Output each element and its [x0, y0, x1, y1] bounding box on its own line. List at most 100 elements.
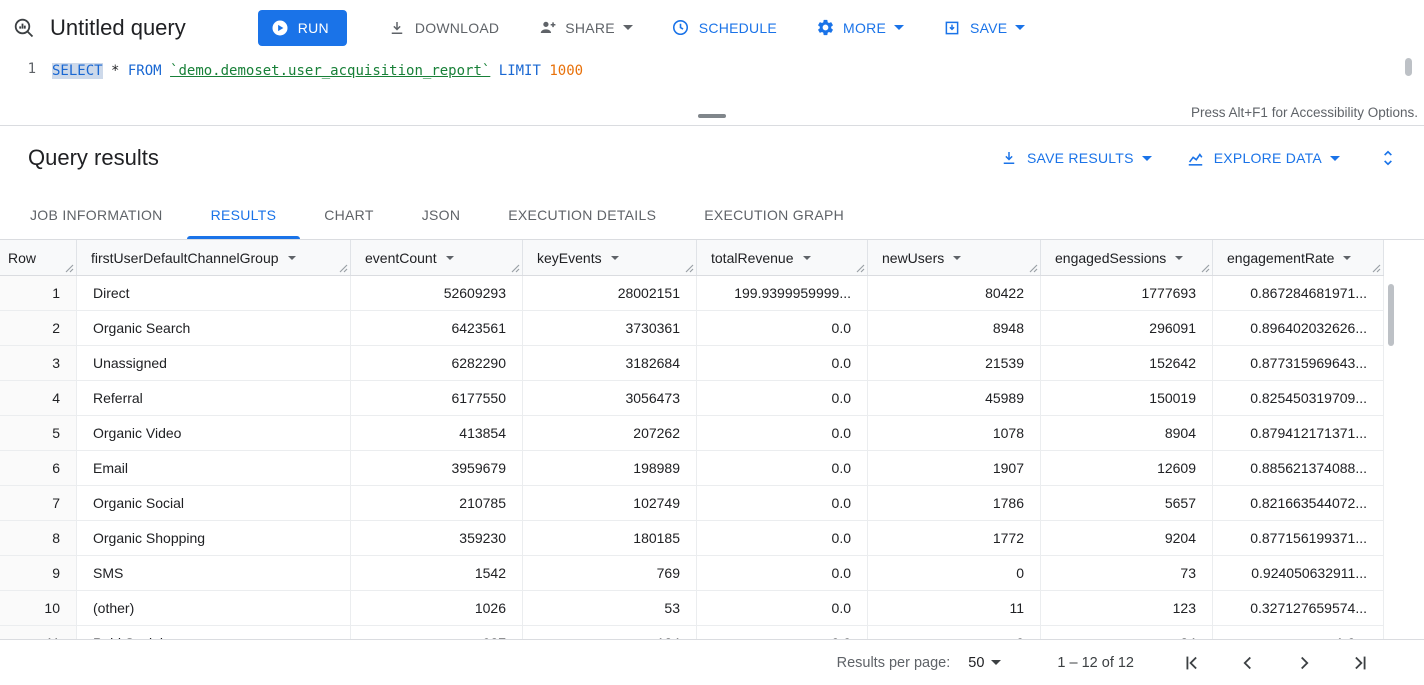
- column-header-engagementRate[interactable]: engagementRate: [1213, 240, 1384, 275]
- table-cell: 0.879412171371...: [1213, 416, 1384, 450]
- column-menu-caret-icon[interactable]: [1175, 256, 1183, 260]
- share-button[interactable]: SHARE: [527, 10, 642, 46]
- save-results-button[interactable]: SAVE RESULTS: [999, 148, 1152, 168]
- table-cell: 0.0: [697, 346, 868, 380]
- column-header-totalRevenue[interactable]: totalRevenue: [697, 240, 868, 275]
- accessibility-hint: Press Alt+F1 for Accessibility Options.: [1191, 105, 1418, 120]
- table-cell: 0.0: [697, 556, 868, 590]
- column-resize-grip-icon[interactable]: [339, 264, 348, 273]
- table-cell: 45989: [868, 381, 1041, 415]
- person-add-icon: [537, 18, 557, 38]
- explore-data-chart-icon: [1186, 148, 1206, 168]
- table-cell: 0.885621374088...: [1213, 451, 1384, 485]
- last-page-icon[interactable]: [1348, 651, 1372, 675]
- table-cell: Direct: [77, 276, 351, 310]
- splitter-drag-handle[interactable]: [698, 114, 726, 118]
- table-body: 1Direct5260929328002151199.9399959999...…: [0, 276, 1424, 639]
- pagination-footer: Results per page: 50 1 – 12 of 12: [0, 639, 1424, 685]
- table-cell: 3730361: [523, 311, 697, 345]
- table-cell: 0.867284681971...: [1213, 276, 1384, 310]
- sql-editor: 1 SELECT * FROM `demo.demoset.user_acqui…: [0, 55, 1424, 105]
- column-header-firstUserDefaultChannelGroup[interactable]: firstUserDefaultChannelGroup: [77, 240, 351, 275]
- row-number-cell: 3: [0, 346, 77, 380]
- column-label: engagementRate: [1227, 250, 1334, 266]
- schedule-button[interactable]: SCHEDULE: [661, 10, 787, 46]
- table-cell: SMS: [77, 556, 351, 590]
- table-cell: 12609: [1041, 451, 1213, 485]
- column-menu-caret-icon[interactable]: [803, 256, 811, 260]
- save-results-download-icon: [999, 148, 1019, 168]
- page-size-dropdown-icon: [991, 660, 1001, 665]
- table-cell: 207262: [523, 416, 697, 450]
- column-resize-grip-icon[interactable]: [856, 264, 865, 273]
- column-resize-grip-icon[interactable]: [1201, 264, 1210, 273]
- sql-token-plain: *: [103, 63, 128, 79]
- column-menu-caret-icon[interactable]: [953, 256, 961, 260]
- tab-chart[interactable]: CHART: [300, 190, 397, 239]
- save-label: SAVE: [970, 20, 1007, 36]
- run-button[interactable]: RUN: [258, 10, 347, 46]
- results-scrollbar[interactable]: [1388, 284, 1394, 346]
- table-cell: 0.821663544072...: [1213, 486, 1384, 520]
- editor-scrollbar[interactable]: [1405, 58, 1412, 76]
- row-number-cell: 10: [0, 591, 77, 625]
- table-cell: 9204: [1041, 521, 1213, 555]
- download-label: DOWNLOAD: [415, 20, 499, 36]
- sql-token-plain: [162, 63, 170, 79]
- previous-page-icon[interactable]: [1236, 651, 1260, 675]
- table-row: 6Email39596791989890.01907126090.8856213…: [0, 451, 1384, 486]
- column-menu-caret-icon[interactable]: [288, 256, 296, 260]
- table-row: 8Organic Shopping3592301801850.017729204…: [0, 521, 1384, 556]
- next-page-icon[interactable]: [1292, 651, 1316, 675]
- page-size-select[interactable]: 50: [968, 655, 1001, 671]
- table-cell: 0.0: [697, 626, 868, 639]
- table-row: 2Organic Search642356137303610.089482960…: [0, 311, 1384, 346]
- column-resize-grip-icon[interactable]: [1372, 264, 1381, 273]
- column-menu-caret-icon[interactable]: [611, 256, 619, 260]
- row-number-cell: 8: [0, 521, 77, 555]
- table-cell: 359230: [351, 521, 523, 555]
- column-resize-grip-icon[interactable]: [1029, 264, 1038, 273]
- row-number-cell: 2: [0, 311, 77, 345]
- column-resize-grip-icon[interactable]: [65, 264, 74, 273]
- table-cell: 0.877156199371...: [1213, 521, 1384, 555]
- table-cell: 0.0: [697, 591, 868, 625]
- table-cell: 1542: [351, 556, 523, 590]
- first-page-icon[interactable]: [1180, 651, 1204, 675]
- column-resize-grip-icon[interactable]: [511, 264, 520, 273]
- tab-execution-graph[interactable]: EXECUTION GRAPH: [680, 190, 868, 239]
- column-resize-grip-icon[interactable]: [685, 264, 694, 273]
- download-button[interactable]: DOWNLOAD: [377, 10, 509, 46]
- explore-data-dropdown-icon: [1330, 156, 1340, 161]
- table-cell: 0.0: [697, 311, 868, 345]
- sql-code-line[interactable]: SELECT * FROM `demo.demoset.user_acquisi…: [52, 55, 1424, 105]
- tab-results[interactable]: RESULTS: [187, 190, 301, 239]
- column-header-eventCount[interactable]: eventCount: [351, 240, 523, 275]
- table-cell: 28002151: [523, 276, 697, 310]
- expand-results-icon[interactable]: [1374, 144, 1402, 172]
- explore-data-button[interactable]: EXPLORE DATA: [1186, 148, 1340, 168]
- row-number-cell: 9: [0, 556, 77, 590]
- table-cell: 3182684: [523, 346, 697, 380]
- table-cell: Unassigned: [77, 346, 351, 380]
- column-header-keyEvents[interactable]: keyEvents: [523, 240, 697, 275]
- column-label: engagedSessions: [1055, 250, 1166, 266]
- bigquery-console: Untitled query RUN DOWNLOAD: [0, 0, 1424, 685]
- table-cell: 1907: [868, 451, 1041, 485]
- table-cell: 11: [868, 591, 1041, 625]
- column-header-Row[interactable]: Row: [0, 240, 77, 275]
- tab-job-information[interactable]: JOB INFORMATION: [6, 190, 187, 239]
- column-header-newUsers[interactable]: newUsers: [868, 240, 1041, 275]
- row-number-cell: 1: [0, 276, 77, 310]
- table-cell: 8904: [1041, 416, 1213, 450]
- table-cell: 73: [1041, 556, 1213, 590]
- tab-json[interactable]: JSON: [398, 190, 485, 239]
- column-menu-caret-icon[interactable]: [446, 256, 454, 260]
- column-menu-caret-icon[interactable]: [1343, 256, 1351, 260]
- more-button[interactable]: MORE: [805, 10, 914, 46]
- table-cell: 152642: [1041, 346, 1213, 380]
- compose-query-icon: [12, 16, 36, 40]
- save-button[interactable]: SAVE: [932, 10, 1035, 46]
- tab-execution-details[interactable]: EXECUTION DETAILS: [484, 190, 680, 239]
- column-header-engagedSessions[interactable]: engagedSessions: [1041, 240, 1213, 275]
